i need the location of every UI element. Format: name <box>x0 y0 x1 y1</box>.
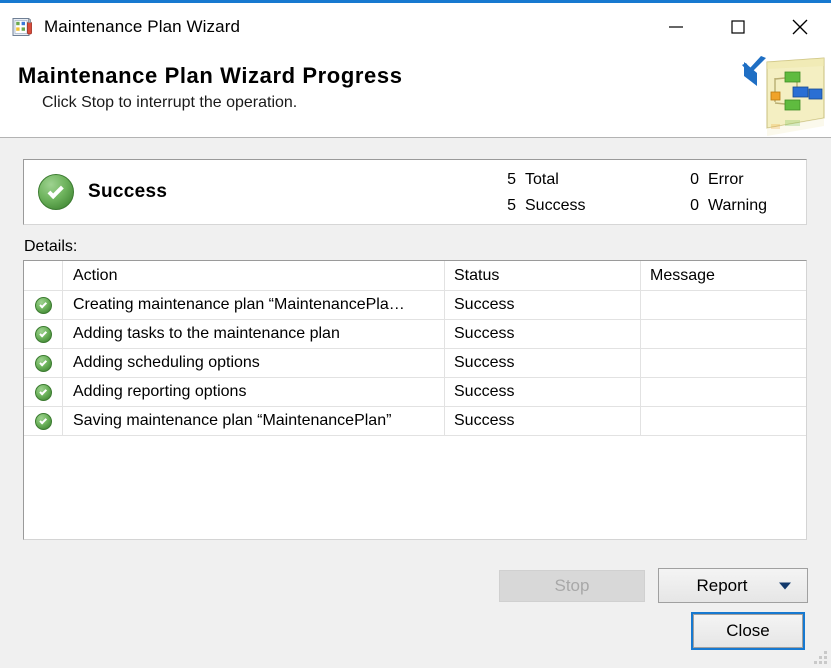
row-status-icon-cell <box>24 290 63 320</box>
report-button[interactable]: Report <box>658 568 808 603</box>
table-row[interactable]: Adding reporting options Success <box>24 377 806 407</box>
count-total-label: Total <box>525 171 559 188</box>
row-message <box>640 377 806 407</box>
success-check-icon <box>34 383 52 401</box>
row-status: Success <box>444 406 641 436</box>
column-header-icon[interactable] <box>24 261 63 291</box>
success-check-icon <box>34 354 52 372</box>
maintenance-plan-icon <box>12 16 34 38</box>
status-badge: Success <box>88 181 168 202</box>
table-header-row: Action Status Message <box>24 261 806 291</box>
details-label: Details: <box>24 238 78 255</box>
count-total-value: 5 <box>507 171 516 188</box>
success-check-icon <box>34 412 52 430</box>
row-status-icon-cell <box>24 406 63 436</box>
table-row[interactable]: Adding scheduling options Success <box>24 348 806 378</box>
report-button-label: Report <box>696 575 748 595</box>
row-status: Success <box>444 290 641 320</box>
count-error-label: Error <box>708 171 744 188</box>
maintenance-plan-wizard-window: Maintenance Plan Wizard Maintenance Plan… <box>0 0 831 668</box>
count-warning-label: Warning <box>708 197 767 214</box>
resize-grip[interactable] <box>814 651 827 664</box>
close-icon[interactable] <box>769 3 831 50</box>
details-grid[interactable]: Action Status Message Creating maintenan… <box>23 260 807 540</box>
count-success-value: 5 <box>507 197 516 214</box>
row-action: Creating maintenance plan “MaintenancePl… <box>62 290 445 320</box>
column-header-message[interactable]: Message <box>640 261 806 291</box>
row-status: Success <box>444 377 641 407</box>
maximize-icon[interactable] <box>707 3 769 50</box>
success-check-icon <box>34 296 52 314</box>
row-message <box>640 319 806 349</box>
row-message <box>640 348 806 378</box>
summary-status: Success <box>38 160 167 224</box>
summary-panel: Success 5 Total 5 Success 0 Error 0 Warn… <box>23 159 807 225</box>
title-bar: Maintenance Plan Wizard <box>0 3 831 50</box>
wizard-content: Success 5 Total 5 Success 0 Error 0 Warn… <box>0 138 831 605</box>
column-header-status[interactable]: Status <box>444 261 641 291</box>
success-check-icon <box>38 174 74 210</box>
row-action: Adding reporting options <box>62 377 445 407</box>
count-warning-value: 0 <box>690 197 699 214</box>
stop-button[interactable]: Stop <box>499 570 645 602</box>
maintenance-plan-diagram-icon <box>723 56 827 142</box>
row-message <box>640 406 806 436</box>
window-title: Maintenance Plan Wizard <box>44 16 241 36</box>
minimize-icon[interactable] <box>645 3 707 50</box>
success-check-icon <box>34 325 52 343</box>
row-action: Adding tasks to the maintenance plan <box>62 319 445 349</box>
table-row[interactable]: Creating maintenance plan “MaintenancePl… <box>24 290 806 320</box>
dialog-footer: Close <box>0 605 831 668</box>
chevron-down-icon <box>779 582 791 589</box>
count-error-value: 0 <box>690 171 699 188</box>
table-row[interactable]: Adding tasks to the maintenance plan Suc… <box>24 319 806 349</box>
row-status-icon-cell <box>24 377 63 407</box>
count-success-label: Success <box>525 197 586 214</box>
page-subtitle: Click Stop to interrupt the operation. <box>42 94 298 111</box>
close-button[interactable]: Close <box>691 612 805 650</box>
table-row[interactable]: Saving maintenance plan “MaintenancePlan… <box>24 406 806 436</box>
summary-counts-right: 0 Error 0 Warning <box>679 169 767 216</box>
row-status: Success <box>444 319 641 349</box>
row-status-icon-cell <box>24 348 63 378</box>
row-status-icon-cell <box>24 319 63 349</box>
row-action: Adding scheduling options <box>62 348 445 378</box>
row-status: Success <box>444 348 641 378</box>
row-message <box>640 290 806 320</box>
wizard-banner: Maintenance Plan Wizard Progress Click S… <box>0 50 831 138</box>
window-controls <box>645 3 831 50</box>
row-action: Saving maintenance plan “MaintenancePlan… <box>62 406 445 436</box>
summary-counts-left: 5 Total 5 Success <box>496 169 585 216</box>
page-title: Maintenance Plan Wizard Progress <box>18 63 403 88</box>
column-header-action[interactable]: Action <box>62 261 445 291</box>
